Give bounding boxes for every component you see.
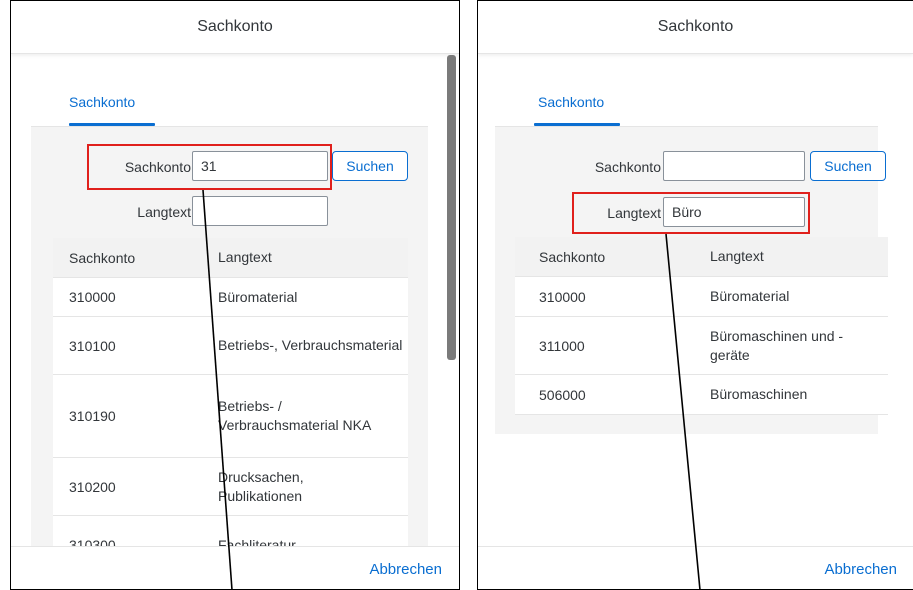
- sachkonto-input[interactable]: [663, 151, 805, 181]
- row-sachkonto: 310000: [69, 289, 116, 305]
- highlight-sachkonto-field: [87, 144, 332, 190]
- scrollbar-thumb[interactable]: [447, 55, 456, 360]
- dialog-title: Sachkonto: [478, 1, 913, 54]
- table-header: Sachkonto Langtext: [53, 238, 408, 278]
- dialog-footer: Abbrechen: [478, 546, 913, 589]
- content-panel: Sachkonto Suchen Langtext Sachkonto Lang…: [495, 126, 888, 434]
- column-header-sachkonto: Sachkonto: [539, 248, 606, 265]
- langtext-label: Langtext: [137, 204, 191, 220]
- row-langtext: Betriebs- / Verbrauchsmaterial NKA: [218, 398, 372, 433]
- results-table: Sachkonto Langtext 310000 Büromaterial 3…: [53, 238, 408, 574]
- row-sachkonto: 310000: [539, 288, 586, 305]
- right-dialog: Sachkonto Sachkonto Sachkonto Suchen Lan…: [477, 0, 913, 590]
- column-header-langtext: Langtext: [218, 249, 272, 265]
- cancel-button[interactable]: Abbrechen: [369, 561, 442, 578]
- table-row[interactable]: 310200 Drucksachen, Publikationen: [53, 458, 408, 516]
- row-sachkonto: 506000: [539, 386, 586, 403]
- row-sachkonto: 310200: [69, 478, 116, 495]
- tab-sachkonto[interactable]: Sachkonto: [69, 94, 135, 110]
- langtext-input[interactable]: [192, 196, 328, 226]
- row-langtext: Büromaterial: [710, 288, 790, 304]
- tab-sachkonto[interactable]: Sachkonto: [538, 94, 604, 110]
- table-row[interactable]: 311000 Büromaschinen und - geräte: [515, 317, 888, 375]
- dialog-footer: Abbrechen: [11, 546, 459, 589]
- table-header: Sachkonto Langtext: [515, 237, 888, 277]
- search-button[interactable]: Suchen: [332, 151, 408, 181]
- row-langtext: Büromaschinen und - geräte: [710, 327, 844, 363]
- table-row[interactable]: 310190 Betriebs- / Verbrauchsmaterial NK…: [53, 375, 408, 458]
- table-row[interactable]: 310000 Büromaterial: [53, 278, 408, 317]
- table-row[interactable]: 310100 Betriebs-, Verbrauchsmaterial: [53, 317, 408, 375]
- dialog-title: Sachkonto: [11, 1, 459, 54]
- row-langtext: Büromaterial: [218, 288, 298, 305]
- row-langtext: Betriebs-, Verbrauchsmaterial: [218, 337, 403, 353]
- row-sachkonto: 311000: [539, 337, 585, 354]
- column-header-langtext: Langtext: [710, 248, 764, 264]
- left-dialog: Sachkonto Sachkonto Sachkonto Suchen Lan…: [10, 0, 460, 590]
- search-button[interactable]: Suchen: [810, 151, 886, 181]
- sachkonto-label: Sachkonto: [594, 159, 661, 175]
- row-sachkonto: 310190: [69, 408, 116, 424]
- results-table: Sachkonto Langtext 310000 Büromaterial 3…: [515, 237, 888, 415]
- cancel-button[interactable]: Abbrechen: [824, 561, 897, 578]
- row-langtext: Drucksachen, Publikationen: [218, 468, 304, 504]
- row-langtext: Büromaschinen: [710, 386, 808, 402]
- table-row[interactable]: 506000 Büromaschinen: [515, 375, 888, 415]
- row-sachkonto: 310100: [69, 337, 116, 354]
- column-header-sachkonto: Sachkonto: [69, 249, 136, 266]
- table-row[interactable]: 310000 Büromaterial: [515, 277, 888, 317]
- highlight-langtext-field: [572, 192, 810, 234]
